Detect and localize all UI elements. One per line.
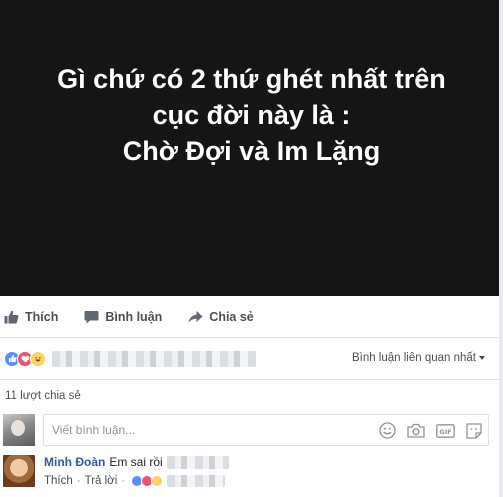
- like-button[interactable]: Thích: [4, 310, 58, 324]
- reactions-bar: Bình luận liên quan nhất: [0, 338, 499, 380]
- comment-line: Minh Đoàn Em sai rồi: [44, 455, 229, 469]
- caption-line-2: cục đời này là :: [152, 100, 351, 130]
- comment-input[interactable]: Viết bình luận... GIF: [43, 414, 489, 446]
- post-caption: Gì chứ có 2 thứ ghét nhất trên cục đời n…: [17, 61, 487, 169]
- comment-reaction-icons[interactable]: [131, 475, 164, 487]
- reaction-icons[interactable]: [4, 350, 46, 367]
- comment-meta: Thích · Trả lời ·: [44, 475, 229, 487]
- like-label: Thích: [25, 309, 59, 324]
- comment-reply-link[interactable]: Trả lời: [85, 475, 118, 487]
- comment-text: Em sai rồi: [109, 455, 163, 469]
- current-user-avatar[interactable]: [3, 414, 35, 446]
- right-gutter: [499, 0, 503, 497]
- share-label: Chia sẻ: [209, 309, 254, 324]
- shares-count[interactable]: 11 lượt chia sẻ: [5, 390, 81, 402]
- comment-label: Bình luận: [105, 309, 163, 324]
- comment-sort-dropdown[interactable]: Bình luận liên quan nhất: [352, 352, 485, 364]
- camera-icon[interactable]: [407, 423, 425, 438]
- comment-sort-label: Bình luận liên quan nhất: [351, 352, 476, 364]
- comment-text-redacted: [166, 455, 229, 469]
- comment-body: Minh Đoàn Em sai rồi Thích · Trả lời ·: [44, 455, 229, 487]
- comment-like-link[interactable]: Thích: [44, 475, 73, 487]
- post-actions-bar: Thích Bình luận Chia sẻ: [0, 296, 499, 338]
- caption-line-3: Chờ Đợi và Im Lặng: [122, 136, 381, 166]
- share-arrow-icon: [188, 310, 203, 323]
- comment-item: Minh Đoàn Em sai rồi Thích · Trả lời ·: [3, 455, 229, 487]
- thumbs-up-icon: [4, 310, 19, 323]
- commenter-avatar[interactable]: [3, 455, 35, 487]
- caption-line-1: Gì chứ có 2 thứ ghét nhất trên: [57, 64, 446, 94]
- svg-text:GIF: GIF: [439, 428, 451, 436]
- gif-icon[interactable]: GIF: [436, 423, 455, 438]
- comment-button[interactable]: Bình luận: [84, 310, 162, 324]
- composer-icons: GIF: [368, 422, 482, 439]
- haha-reaction-icon: [151, 475, 164, 487]
- reactor-names-redacted: [52, 350, 256, 367]
- speech-bubble-icon: [84, 310, 99, 323]
- sticker-icon[interactable]: [466, 422, 482, 439]
- separator-dot: ·: [76, 475, 81, 487]
- emoji-icon[interactable]: [379, 422, 396, 439]
- caret-down-icon: [479, 356, 485, 360]
- post-image[interactable]: Gì chứ có 2 thứ ghét nhất trên cục đời n…: [0, 0, 503, 296]
- share-button[interactable]: Chia sẻ: [188, 309, 254, 324]
- haha-reaction-icon: [30, 350, 46, 367]
- comment-reactions-redacted: [167, 475, 226, 487]
- comment-input-placeholder: Viết bình luận...: [52, 423, 136, 437]
- separator-dot: ·: [121, 475, 126, 487]
- comment-author[interactable]: Minh Đoàn: [44, 455, 105, 469]
- comment-composer: Viết bình luận... GIF: [3, 414, 499, 446]
